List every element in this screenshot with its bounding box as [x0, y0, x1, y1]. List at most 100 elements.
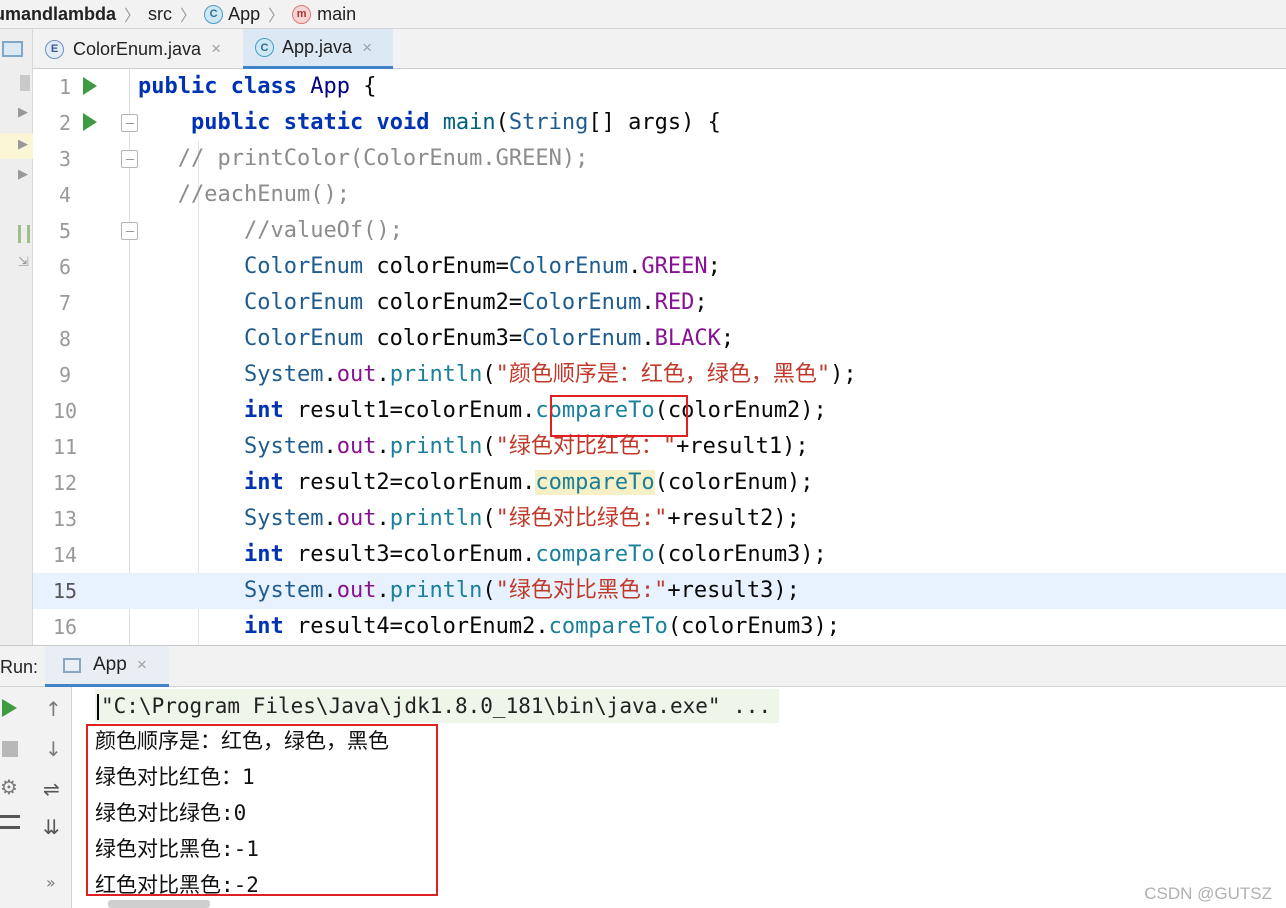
expression: result4=colorEnum2. — [283, 614, 549, 639]
breadcrumb-class[interactable]: C App — [204, 4, 260, 25]
method-name: main — [442, 110, 496, 135]
code-text: ColorEnum colorEnum=ColorEnum.GREEN; — [138, 249, 721, 285]
dot: . — [323, 362, 337, 387]
class-name: App — [310, 74, 350, 99]
expression: result2=colorEnum. — [283, 470, 536, 495]
run-tab-label: App — [93, 654, 127, 675]
expression: (colorEnum); — [654, 470, 814, 495]
field: out — [336, 434, 377, 459]
code-line-5[interactable]: 5 //valueOf(); — [33, 213, 1286, 249]
expression: (colorEnum2); — [654, 398, 827, 423]
soft-wrap-icon[interactable]: ⇌ — [43, 777, 60, 801]
console-output-line: 颜色顺序是：红色，绿色，黑色 — [95, 729, 389, 753]
code-line-11[interactable]: 11 System.out.println("绿色对比红色："+result1)… — [33, 429, 1286, 465]
run-toolbar: ⚙ ↑ ↓ ⇌ ⇊ » — [0, 687, 72, 908]
text-caret — [97, 694, 99, 720]
dot: . — [628, 254, 642, 279]
type-name: ColorEnum — [243, 254, 364, 279]
code-line-15[interactable]: 15 System.out.println("绿色对比黑色:"+result3)… — [33, 573, 1286, 609]
close-icon[interactable]: × — [362, 38, 372, 58]
method-call: println — [389, 578, 483, 603]
semicolon: ; — [720, 326, 735, 351]
var-decl: colorEnum2= — [363, 290, 523, 315]
code-line-4[interactable]: 4 //eachEnum(); — [33, 177, 1286, 213]
line-number: 16 — [52, 615, 78, 639]
code-line-12[interactable]: 12 int result2=colorEnum.compareTo(color… — [33, 465, 1286, 501]
breadcrumb-src[interactable]: src — [148, 4, 172, 25]
breadcrumb-project-label: umandlambda — [0, 3, 117, 24]
line-number: 7 — [58, 291, 72, 315]
horizontal-scrollbar[interactable] — [108, 900, 210, 908]
run-gutter-icon[interactable] — [83, 77, 97, 95]
console-output-line: 绿色对比绿色:0 — [95, 801, 247, 825]
method-call: compareTo — [548, 614, 668, 639]
keyword: public — [138, 74, 218, 99]
stop-icon[interactable] — [2, 741, 18, 757]
code-line-8[interactable]: 8 ColorEnum colorEnum3=ColorEnum.BLACK; — [33, 321, 1286, 357]
code-line-1[interactable]: 1 public class App { — [33, 69, 1286, 105]
rerun-icon[interactable] — [2, 699, 17, 717]
breadcrumb-project[interactable]: umandlambda — [0, 4, 116, 25]
line-number: 6 — [58, 255, 72, 279]
tab-app-java[interactable]: C App.java × — [243, 29, 393, 69]
file-icon[interactable] — [20, 75, 30, 91]
expand-arrow-icon[interactable]: ▶ — [18, 137, 28, 152]
run-gutter-icon[interactable] — [83, 113, 97, 131]
code-line-9[interactable]: 9 System.out.println("颜色顺序是：红色，绿色，黑色"); — [33, 357, 1286, 393]
project-panel-icon[interactable] — [2, 41, 23, 57]
libraries-icon[interactable] — [18, 225, 30, 243]
tab-label: App.java — [282, 37, 353, 57]
fold-icon[interactable] — [121, 114, 138, 132]
code-text: System.out.println("绿色对比绿色:"+result2); — [138, 501, 800, 537]
line-number: 10 — [52, 399, 78, 423]
debug-settings-icon[interactable]: ⚙ — [0, 775, 18, 799]
dot: . — [376, 362, 390, 387]
code-text: //eachEnum(); — [138, 177, 350, 213]
expand-arrow-icon[interactable]: ▶ — [18, 167, 28, 182]
arrow-down-icon[interactable]: ↓ — [45, 737, 62, 761]
scratches-icon[interactable]: ⇲ — [18, 255, 29, 270]
fold-icon[interactable] — [121, 150, 138, 168]
code-text: ColorEnum colorEnum3=ColorEnum.BLACK; — [138, 321, 734, 357]
dot: . — [323, 434, 337, 459]
breadcrumb-method[interactable]: m main — [292, 4, 356, 25]
console-output[interactable]: "C:\Program Files\Java\jdk1.8.0_181\bin\… — [72, 687, 1286, 908]
line-number: 4 — [58, 183, 72, 207]
close-icon[interactable]: × — [211, 39, 221, 59]
enum-constant: BLACK — [654, 326, 721, 351]
string-literal: "绿色对比红色：" — [495, 434, 677, 459]
code-text: int result3=colorEnum.compareTo(colorEnu… — [138, 537, 827, 573]
method-icon: m — [292, 4, 312, 24]
code-line-6[interactable]: 6 ColorEnum colorEnum=ColorEnum.GREEN; — [33, 249, 1286, 285]
code-line-7[interactable]: 7 ColorEnum colorEnum2=ColorEnum.RED; — [33, 285, 1286, 321]
method-call-highlighted: compareTo — [535, 470, 655, 495]
layout-icon[interactable] — [0, 815, 20, 829]
code-text: int result2=colorEnum.compareTo(colorEnu… — [138, 465, 814, 501]
run-panel-header: Run: App × — [0, 645, 1286, 687]
fold-icon[interactable] — [121, 222, 138, 240]
line-number: 11 — [52, 435, 78, 459]
var-decl: colorEnum= — [363, 254, 509, 279]
paren: ( — [482, 434, 496, 459]
selected-tree-row[interactable] — [0, 133, 33, 159]
expand-arrow-icon[interactable]: ▶ — [18, 105, 28, 120]
brace: { — [363, 74, 377, 99]
more-icon[interactable]: » — [46, 873, 56, 892]
breadcrumb-class-label: App — [228, 3, 261, 24]
enum-constant: RED — [654, 290, 695, 315]
tab-colorenum-java[interactable]: E ColorEnum.java × — [33, 29, 241, 69]
close-icon[interactable]: × — [137, 655, 147, 675]
type-name: System — [243, 362, 324, 387]
scroll-to-end-icon[interactable]: ⇊ — [43, 815, 60, 839]
keyword: static — [283, 110, 364, 135]
code-line-10[interactable]: 10 int result1=colorEnum.compareTo(color… — [33, 393, 1286, 429]
code-line-16[interactable]: 16 int result4=colorEnum2.compareTo(colo… — [33, 609, 1286, 645]
code-line-2[interactable]: 2 public static void main(String[] args)… — [33, 105, 1286, 141]
code-line-3[interactable]: 3 // printColor(ColorEnum.GREEN); — [33, 141, 1286, 177]
expression: (colorEnum3); — [667, 614, 841, 639]
keyword: int — [243, 542, 284, 567]
code-line-14[interactable]: 14 int result3=colorEnum.compareTo(color… — [33, 537, 1286, 573]
run-tab-app[interactable]: App × — [45, 646, 169, 687]
arrow-up-icon[interactable]: ↑ — [45, 697, 62, 721]
code-line-13[interactable]: 13 System.out.println("绿色对比绿色:"+result2)… — [33, 501, 1286, 537]
